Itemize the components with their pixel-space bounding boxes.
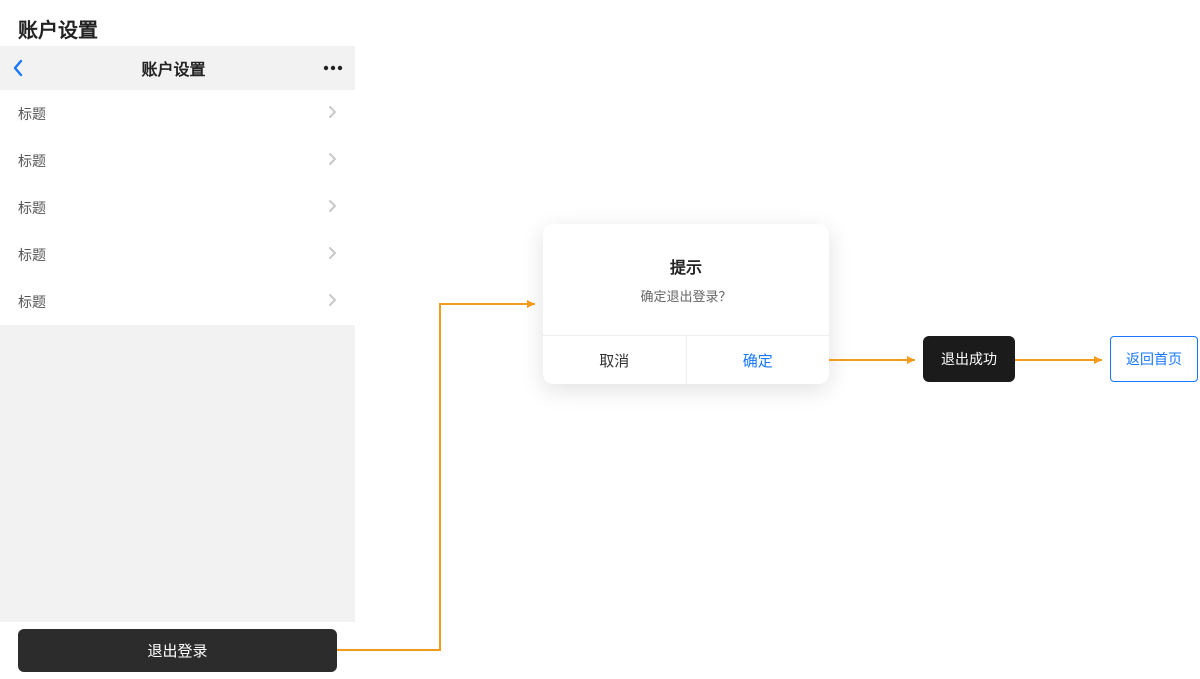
list-item-label: 标题	[18, 104, 46, 124]
modal-title: 提示	[670, 254, 702, 278]
chevron-right-icon	[327, 199, 337, 216]
page-title: 账户设置	[18, 14, 98, 43]
chevron-right-icon	[327, 293, 337, 310]
chevron-right-icon	[327, 152, 337, 169]
success-toast: 退出成功	[923, 336, 1015, 382]
modal-confirm-button[interactable]: 确定	[687, 336, 830, 384]
list-item-label: 标题	[18, 292, 46, 312]
settings-list: 标题 标题 标题 标题 标题	[0, 90, 355, 325]
list-item-label: 标题	[18, 245, 46, 265]
modal-cancel-button[interactable]: 取消	[543, 336, 687, 384]
modal-message: 确定退出登录？	[640, 286, 731, 305]
list-item[interactable]: 标题	[0, 231, 355, 278]
nav-bar: 账户设置	[0, 46, 355, 90]
back-home-button[interactable]: 返回首页	[1110, 336, 1198, 382]
chevron-right-icon	[327, 105, 337, 122]
more-icon[interactable]	[323, 65, 343, 71]
modal-actions: 取消 确定	[543, 336, 829, 384]
list-item[interactable]: 标题	[0, 278, 355, 325]
list-item[interactable]: 标题	[0, 90, 355, 137]
modal-body: 提示 确定退出登录？	[543, 224, 829, 336]
list-item-label: 标题	[18, 151, 46, 171]
confirm-modal: 提示 确定退出登录？ 取消 确定	[543, 224, 829, 384]
logout-button[interactable]: 退出登录	[18, 629, 337, 672]
list-item-label: 标题	[18, 198, 46, 218]
nav-title: 账户设置	[141, 56, 205, 80]
back-icon[interactable]	[12, 59, 24, 77]
list-item[interactable]: 标题	[0, 184, 355, 231]
phone-panel: 账户设置 标题 标题 标题 标题 标题	[0, 46, 355, 622]
chevron-right-icon	[327, 246, 337, 263]
list-item[interactable]: 标题	[0, 137, 355, 184]
